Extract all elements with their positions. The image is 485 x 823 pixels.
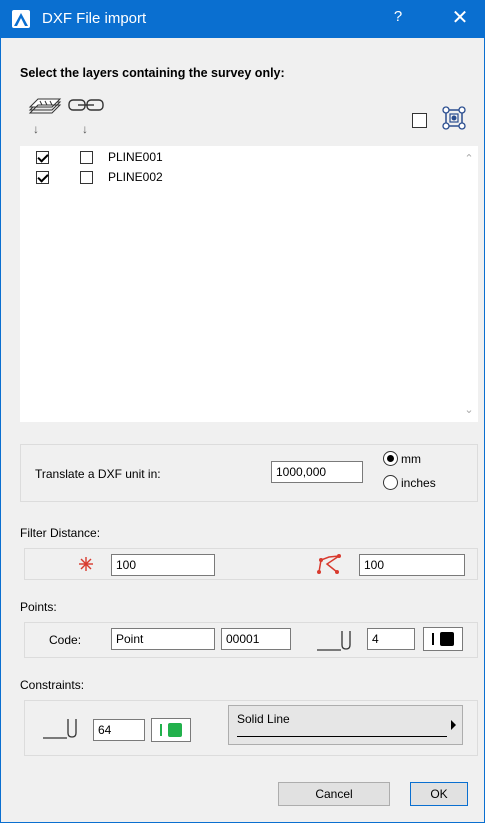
points-pen-color-button[interactable]	[423, 627, 463, 651]
pen-color-swatch	[440, 632, 454, 646]
points-label: Points:	[20, 600, 57, 614]
polyline-marker-icon	[317, 554, 341, 574]
cancel-button[interactable]: Cancel	[278, 782, 390, 806]
window-border	[0, 38, 1, 823]
survey-layer-stack-icon	[28, 98, 62, 114]
archicad-app-icon	[12, 10, 30, 28]
translate-unit-input[interactable]: 1000,000	[271, 461, 363, 483]
layer-name: PLINE001	[108, 150, 163, 164]
scrollbar[interactable]: ⌃ ⌄	[460, 146, 478, 422]
line-type-dropdown[interactable]: Solid Line	[228, 705, 463, 745]
scroll-up-icon[interactable]: ⌃	[460, 152, 478, 165]
constraints-label: Constraints:	[20, 678, 85, 692]
survey-checkbox[interactable]	[36, 151, 49, 164]
constraints-pen-color-button[interactable]	[151, 718, 191, 742]
layer-settings-icon[interactable]	[440, 104, 468, 132]
pen-color-swatch	[168, 723, 182, 737]
inches-label: inches	[401, 476, 436, 490]
code-input[interactable]: Point	[111, 628, 215, 650]
close-button[interactable]: ✕	[448, 6, 472, 30]
dropdown-arrow-icon	[451, 720, 456, 730]
pen-bar-icon	[432, 633, 434, 645]
mm-radio[interactable]	[383, 451, 398, 466]
window-title: DXF File import	[42, 10, 147, 27]
column-arrow: ↓	[33, 122, 39, 136]
code-number-input[interactable]: 00001	[221, 628, 291, 650]
list-item[interactable]: PLINE001	[20, 150, 460, 168]
filter-group: 100 100	[24, 548, 478, 580]
code-label: Code:	[49, 633, 82, 647]
survey-checkbox[interactable]	[36, 171, 49, 184]
help-button[interactable]: ?	[386, 8, 410, 30]
line-type-preview	[237, 736, 447, 737]
chain-link-icon	[68, 99, 104, 111]
filter-distance-input[interactable]: 100	[111, 554, 215, 576]
inches-radio[interactable]	[383, 475, 398, 490]
points-group: Code: Point 00001 4	[24, 622, 478, 658]
pen-icon	[43, 719, 77, 739]
translate-group: Translate a DXF unit in: 1000,000 mm inc…	[20, 444, 478, 502]
filter-distance-label: Filter Distance:	[20, 526, 101, 540]
scroll-down-icon[interactable]: ⌄	[460, 403, 478, 416]
constraints-pen-input[interactable]: 64	[93, 719, 145, 741]
layer-name: PLINE002	[108, 170, 163, 184]
ok-button[interactable]: OK	[410, 782, 468, 806]
title-bar: DXF File import ? ✕	[0, 0, 485, 38]
column-arrow: ↓	[82, 122, 88, 136]
select-all-checkbox[interactable]	[412, 113, 427, 128]
star-marker-icon	[79, 557, 93, 571]
pen-icon	[317, 631, 351, 651]
filter-polyline-input[interactable]: 100	[359, 554, 465, 576]
line-type-label: Solid Line	[237, 712, 290, 726]
points-pen-input[interactable]: 4	[367, 628, 415, 650]
mm-label: mm	[401, 452, 421, 466]
layer-list[interactable]: PLINE001 PLINE002	[20, 146, 460, 422]
list-item[interactable]: PLINE002	[20, 170, 460, 188]
layers-heading: Select the layers containing the survey …	[20, 66, 285, 80]
pen-bar-icon	[160, 724, 162, 736]
link-checkbox[interactable]	[80, 151, 93, 164]
link-checkbox[interactable]	[80, 171, 93, 184]
translate-label: Translate a DXF unit in:	[35, 467, 161, 481]
